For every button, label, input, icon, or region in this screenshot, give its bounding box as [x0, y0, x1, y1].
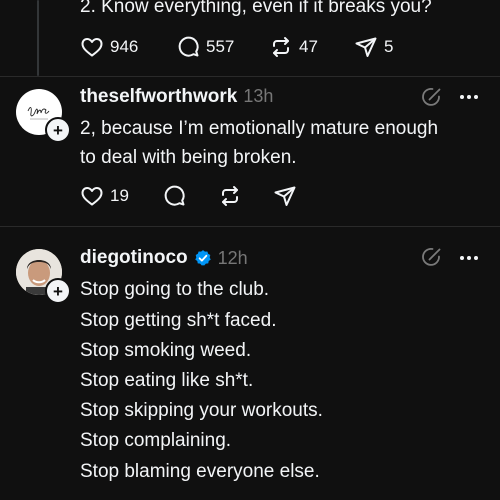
share-button[interactable] [273, 184, 297, 208]
username[interactable]: diegotinoco [80, 247, 188, 269]
repost-count: 47 [299, 37, 318, 56]
comment-icon [178, 36, 199, 57]
more-button[interactable] [460, 256, 478, 260]
more-button[interactable] [460, 95, 478, 99]
repost-button[interactable]: 47 [269, 35, 318, 59]
send-icon [274, 186, 296, 206]
post-text-line: to deal with being broken. [80, 147, 297, 168]
repost-button[interactable] [218, 184, 242, 208]
post-text-line: Stop blaming everyone else. [80, 461, 320, 482]
comment-icon [164, 185, 185, 206]
edit-button[interactable] [420, 245, 444, 274]
post-header: diegotinoco 12h [80, 247, 248, 269]
divider [0, 76, 500, 77]
send-icon [355, 37, 377, 57]
share-count: 5 [384, 37, 394, 56]
post-header: theselfworthwork 13h [80, 86, 273, 108]
reply-button[interactable] [162, 184, 186, 208]
follow-button[interactable]: + [45, 278, 71, 304]
reply-count: 557 [206, 37, 235, 56]
edit-button[interactable] [420, 85, 444, 114]
like-count: 946 [110, 37, 139, 56]
edit-icon [422, 88, 441, 106]
like-count: 19 [110, 186, 129, 205]
like-button[interactable]: 946 [80, 35, 138, 59]
post-text-line: Stop skipping your workouts. [80, 400, 323, 421]
thread-line [37, 0, 39, 76]
reply-button[interactable]: 557 [176, 35, 234, 59]
edit-icon [422, 248, 441, 266]
post-text-line: 2, because I’m emotionally mature enough [80, 118, 439, 139]
divider [0, 226, 500, 227]
post-text-line: Stop eating like sh*t. [80, 370, 254, 391]
verified-badge-icon [194, 250, 211, 266]
like-button[interactable]: 19 [80, 184, 129, 208]
timestamp: 13h [243, 86, 274, 106]
heart-icon [81, 187, 103, 206]
plus-icon: + [53, 281, 63, 301]
post-text-line: Stop smoking weed. [80, 340, 252, 361]
post-text-line: Stop complaining. [80, 430, 232, 451]
repost-icon [222, 186, 238, 206]
post-text: 2. Know everything, even if it breaks yo… [80, 0, 432, 17]
follow-button[interactable]: + [45, 117, 71, 143]
post-text-line: Stop getting sh*t faced. [80, 310, 277, 331]
heart-icon [81, 38, 103, 57]
share-button[interactable]: 5 [354, 35, 393, 59]
plus-icon: + [53, 120, 63, 140]
username[interactable]: theselfworthwork [80, 86, 237, 108]
post-text-line: Stop going to the club. [80, 279, 270, 300]
timestamp: 12h [217, 247, 248, 268]
repost-icon [273, 37, 289, 57]
